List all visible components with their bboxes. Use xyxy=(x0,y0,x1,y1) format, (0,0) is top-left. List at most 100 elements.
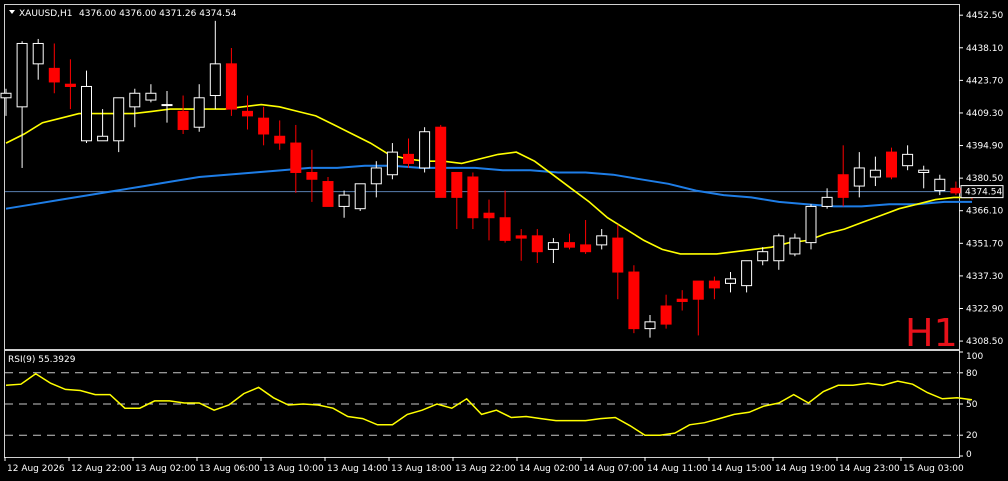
symbol-label: XAUUSD,H1 xyxy=(19,9,73,19)
candle-body xyxy=(564,242,575,248)
time-label: 13 Aug 18:00 xyxy=(391,464,452,474)
candle-body xyxy=(660,305,672,325)
candle-body xyxy=(370,167,382,185)
time-label: 15 Aug 03:00 xyxy=(903,464,964,474)
candle-body xyxy=(596,235,608,246)
candle-body xyxy=(918,169,930,173)
rsi-scale-label: 50 xyxy=(966,400,978,410)
time-label: 14 Aug 19:00 xyxy=(775,464,836,474)
chart-canvas: 4452.50 4438.10 4423.70 4409.30 4394.90 4380.… xyxy=(0,4,1004,474)
price-label: 4337.30 xyxy=(966,272,1003,282)
rsi-header: RSI(9) 55.3929 xyxy=(8,355,76,365)
price-label: 4409.30 xyxy=(966,109,1003,119)
candle-body xyxy=(853,167,865,187)
candle-body xyxy=(483,212,495,219)
time-label: 14 Aug 23:00 xyxy=(839,464,900,474)
candle-body xyxy=(225,63,237,110)
ohlc-label: 4376.00 4376.00 4371.26 4374.54 xyxy=(79,9,237,19)
main-panel-frame xyxy=(4,4,960,350)
candle-body xyxy=(435,126,447,198)
candle-body xyxy=(934,178,946,192)
candle-body xyxy=(145,92,157,101)
candle-body xyxy=(209,63,221,97)
rsi-scale-label: 0 xyxy=(966,450,972,460)
candle-body xyxy=(32,42,44,65)
candle-body xyxy=(499,217,511,241)
time-label: 12 Aug 22:00 xyxy=(71,464,132,474)
candle-body xyxy=(258,117,270,135)
candle-body xyxy=(531,235,543,253)
price-label: 4380.50 xyxy=(966,174,1003,184)
candle-body xyxy=(789,237,801,255)
time-label: 13 Aug 22:00 xyxy=(455,464,516,474)
candle-body xyxy=(177,110,189,130)
price-axis: 4452.50 4438.10 4423.70 4409.30 4394.90 4380.… xyxy=(959,11,1004,347)
candle-body xyxy=(16,42,28,108)
time-label: 12 Aug 2026 xyxy=(7,464,65,474)
main-plot xyxy=(0,20,978,338)
candle-body xyxy=(515,235,527,239)
timeframe-watermark: H1 xyxy=(905,311,958,355)
price-label: 4423.70 xyxy=(966,76,1003,86)
time-label: 13 Aug 06:00 xyxy=(199,464,260,474)
candle-body xyxy=(547,242,559,250)
candle-body xyxy=(242,110,253,117)
candle-body xyxy=(580,244,592,253)
price-label: 4322.90 xyxy=(966,304,1003,314)
price-label: 4351.70 xyxy=(966,239,1003,249)
time-label: 14 Aug 11:00 xyxy=(647,464,708,474)
candle-body xyxy=(0,92,12,99)
price-label: 4438.10 xyxy=(966,44,1003,54)
candle-body xyxy=(467,176,479,219)
candle-body xyxy=(386,151,398,176)
candle-body xyxy=(741,260,753,287)
rsi-scale-label: 20 xyxy=(966,431,978,441)
candle-body xyxy=(451,171,463,198)
candle-body xyxy=(757,251,769,262)
time-label: 14 Aug 02:00 xyxy=(519,464,580,474)
candle-body xyxy=(950,187,962,194)
time-label: 13 Aug 02:00 xyxy=(135,464,196,474)
candle-body xyxy=(48,67,60,83)
candle-body xyxy=(274,135,286,144)
price-label: 4308.50 xyxy=(966,337,1003,347)
candle-body xyxy=(725,278,736,284)
time-label: 14 Aug 15:00 xyxy=(711,464,772,474)
candle-body xyxy=(354,183,366,210)
rsi-scale-label: 100 xyxy=(966,352,983,362)
candle-body xyxy=(708,280,720,289)
candle-body xyxy=(869,169,881,178)
time-label: 13 Aug 14:00 xyxy=(327,464,388,474)
candle-body xyxy=(113,97,125,142)
candle-body xyxy=(161,104,173,107)
candle-body xyxy=(322,181,334,207)
candle-body xyxy=(290,142,302,173)
time-label: 13 Aug 10:00 xyxy=(263,464,324,474)
candle-body xyxy=(64,83,76,87)
candle-body xyxy=(628,271,640,330)
candle-body xyxy=(692,280,704,300)
price-label: 4452.50 xyxy=(966,11,1003,21)
candle-body xyxy=(306,171,318,180)
candle-body xyxy=(837,174,849,198)
candle-body xyxy=(805,205,817,244)
candle-body xyxy=(773,235,785,262)
current-price-label: 4374.54 xyxy=(965,188,1002,198)
rsi-scale-label: 80 xyxy=(966,369,978,379)
dropdown-triangle-icon[interactable] xyxy=(9,10,15,14)
price-label: 4366.10 xyxy=(966,207,1003,217)
candle-body xyxy=(81,85,92,142)
candle-body xyxy=(886,151,897,178)
candle-body xyxy=(676,298,688,302)
candle-body xyxy=(129,92,141,108)
rsi-axis: 100 80 50 20 0 xyxy=(959,351,983,460)
candle-body xyxy=(821,196,833,207)
candle-body xyxy=(193,97,205,128)
candle-body xyxy=(403,153,414,164)
price-label: 4394.90 xyxy=(966,142,1003,152)
candle-body xyxy=(97,135,109,142)
candle-body xyxy=(338,194,350,207)
candle-body xyxy=(644,321,656,330)
rsi-plot xyxy=(5,372,973,436)
candle-body xyxy=(902,153,914,167)
